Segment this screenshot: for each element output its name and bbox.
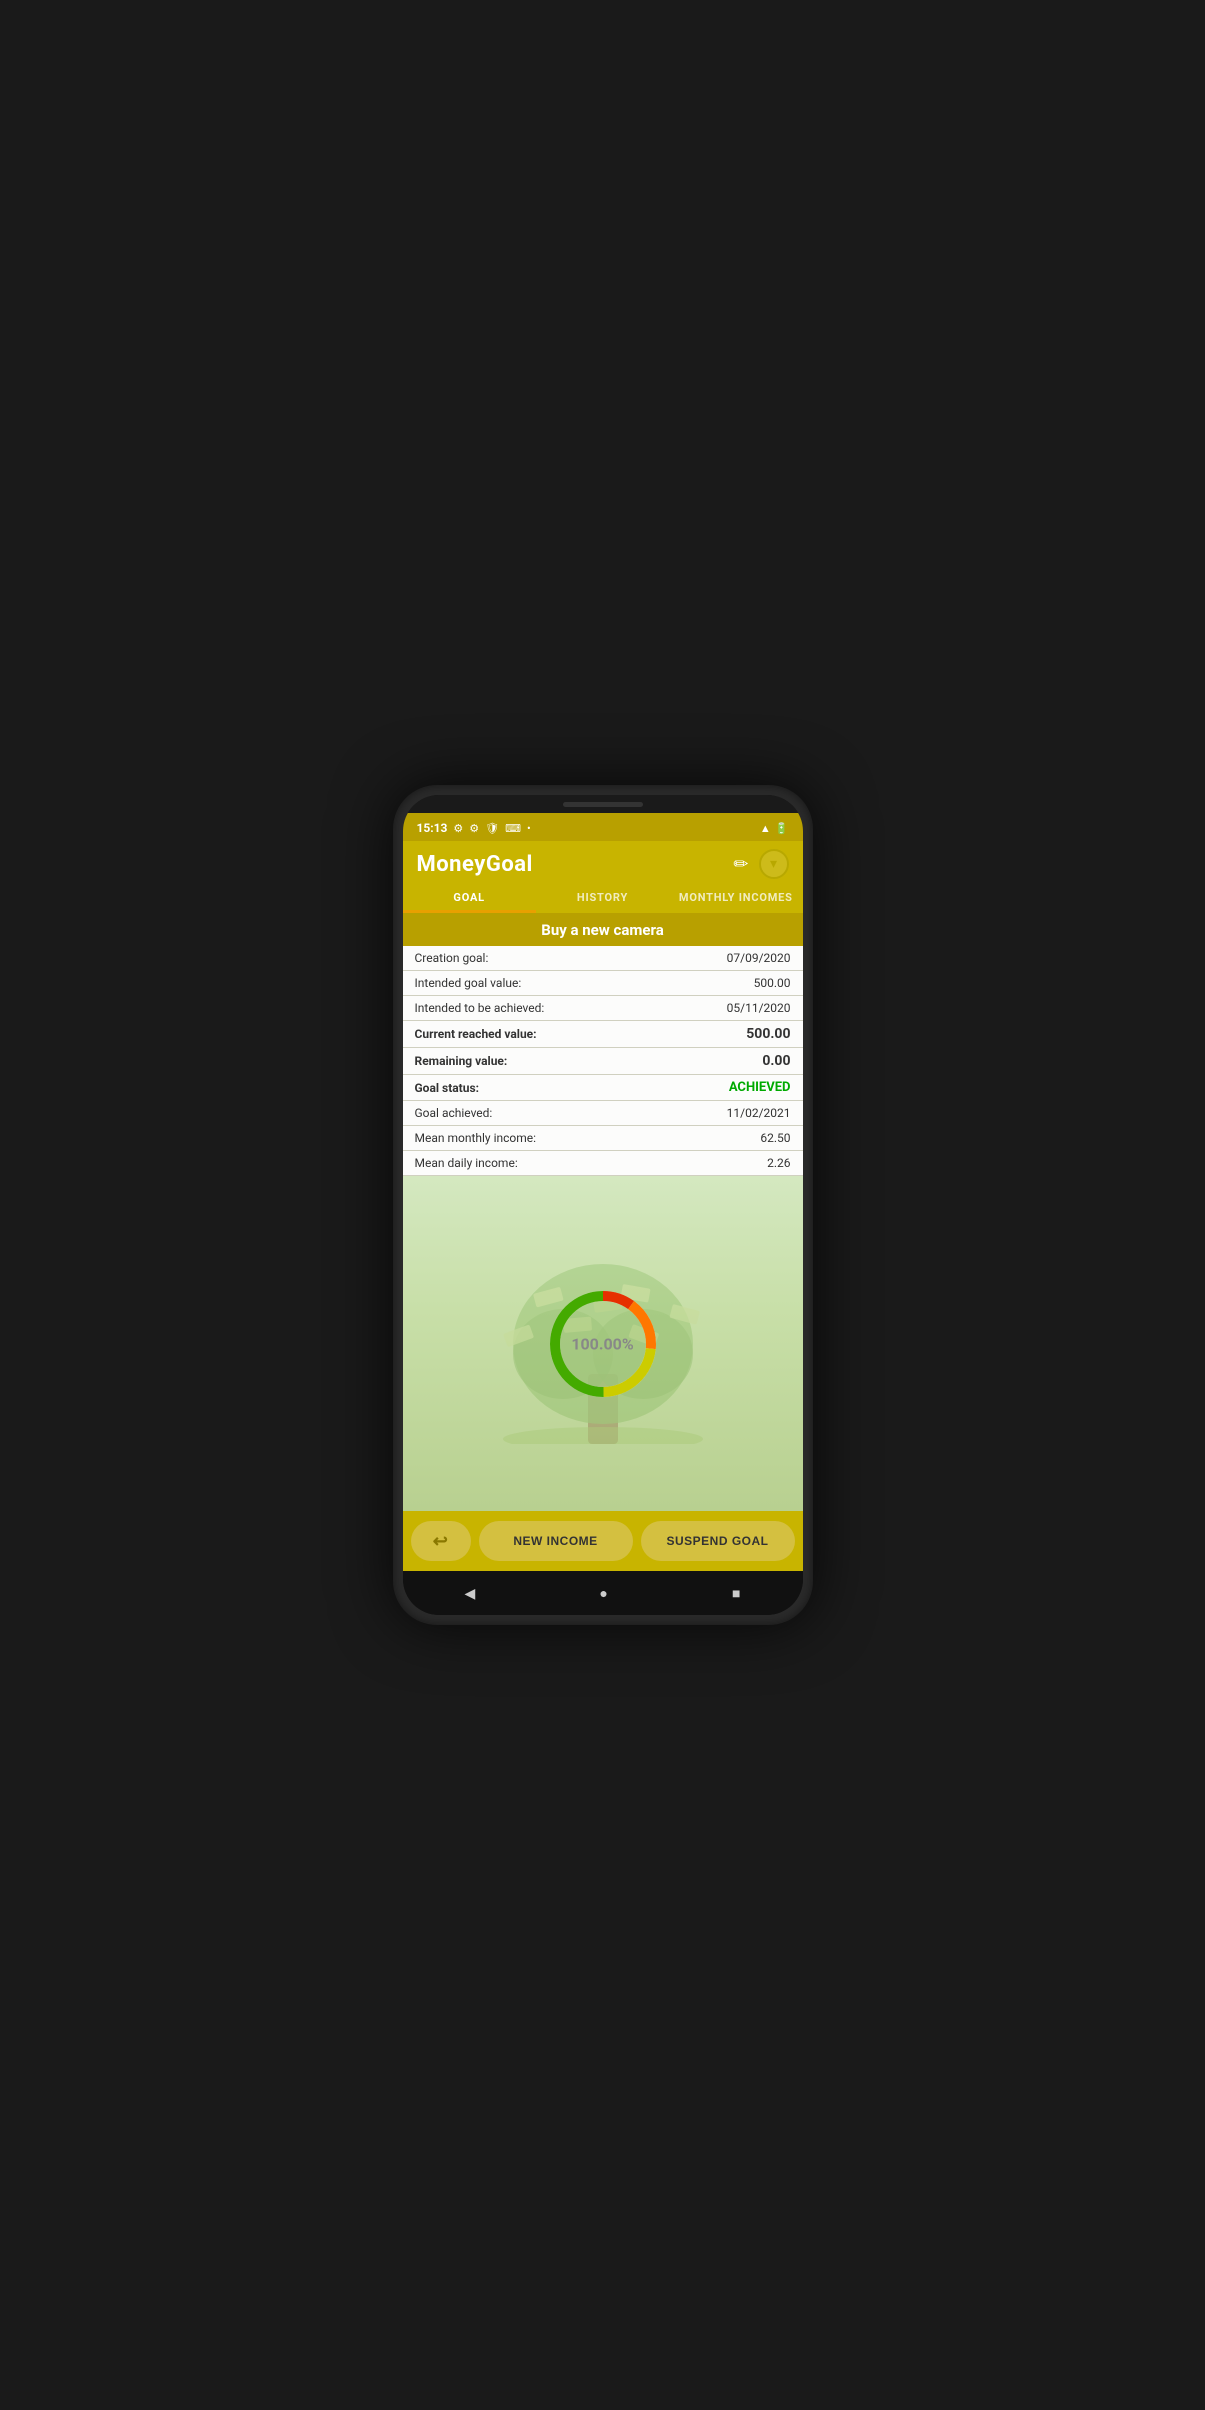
row-label-status: Goal status: [415, 1081, 480, 1095]
battery-icon: 🔋 [775, 822, 789, 835]
status-bar: 15:13 ⚙ ⚙ 🛡 ⌨ • ▲ 🔋 [403, 813, 803, 841]
table-row: Mean daily income: 2.26 [403, 1151, 803, 1176]
progress-ring-container: 100.00% [543, 1284, 663, 1404]
row-value-current: 500.00 [746, 1026, 790, 1042]
settings-icon-2: ⚙ [469, 822, 479, 835]
dropdown-button[interactable]: ▾ [759, 849, 789, 879]
android-nav-bar: ◀ ● ■ [403, 1571, 803, 1615]
row-label-current: Current reached value: [415, 1027, 537, 1041]
back-icon: ↩ [433, 1531, 449, 1552]
header-icons: ✏ ▾ [733, 849, 788, 879]
new-income-button[interactable]: NEW INCOME [479, 1521, 633, 1561]
table-row: Mean monthly income: 62.50 [403, 1126, 803, 1151]
edit-button[interactable]: ✏ [733, 854, 748, 875]
row-value-daily: 2.26 [767, 1156, 790, 1170]
status-time: 15:13 [417, 821, 448, 835]
row-label-intended-value: Intended goal value: [415, 976, 522, 990]
tab-goal[interactable]: GOAL [403, 883, 536, 913]
row-value-intended-value: 500.00 [754, 976, 791, 990]
shield-icon: 🛡 [485, 822, 499, 835]
row-label-goal-achieved: Goal achieved: [415, 1106, 493, 1120]
table-row: Remaining value: 0.00 [403, 1048, 803, 1075]
goal-title: Buy a new camera [541, 921, 663, 939]
app-title: MoneyGoal [417, 852, 533, 877]
nav-back-button[interactable]: ◀ [449, 1581, 492, 1606]
back-button[interactable]: ↩ [411, 1521, 471, 1561]
table-row: Goal status: ACHIEVED [403, 1075, 803, 1101]
row-label-remaining: Remaining value: [415, 1054, 508, 1068]
row-value-creation: 07/09/2020 [727, 951, 791, 965]
speaker [563, 802, 643, 807]
table-row: Intended to be achieved: 05/11/2020 [403, 996, 803, 1021]
table-row: Intended goal value: 500.00 [403, 971, 803, 996]
status-left: 15:13 ⚙ ⚙ 🛡 ⌨ • [417, 821, 531, 835]
tab-monthly-incomes[interactable]: MONTHLY INCOMES [669, 883, 802, 913]
row-label-intended-date: Intended to be achieved: [415, 1001, 545, 1015]
phone-device: 15:13 ⚙ ⚙ 🛡 ⌨ • ▲ 🔋 MoneyGoal ✏ ▾ [393, 785, 813, 1625]
progress-percent-text: 100.00% [571, 1334, 633, 1353]
row-label-monthly: Mean monthly income: [415, 1131, 537, 1145]
goal-header: Buy a new camera [403, 913, 803, 946]
phone-screen: 15:13 ⚙ ⚙ 🛡 ⌨ • ▲ 🔋 MoneyGoal ✏ ▾ [403, 795, 803, 1615]
app-header: MoneyGoal ✏ ▾ [403, 841, 803, 883]
table-row: Creation goal: 07/09/2020 [403, 946, 803, 971]
table-row: Goal achieved: 11/02/2021 [403, 1101, 803, 1126]
row-value-goal-achieved: 11/02/2021 [727, 1106, 791, 1120]
chevron-down-icon: ▾ [770, 856, 777, 872]
info-table: Creation goal: 07/09/2020 Intended goal … [403, 946, 803, 1176]
notch-bar [403, 795, 803, 813]
main-content: Buy a new camera Creation goal: 07/09/20… [403, 913, 803, 1511]
tree-area: 100.00% [403, 1176, 803, 1511]
row-label-creation: Creation goal: [415, 951, 489, 965]
table-row: Current reached value: 500.00 [403, 1021, 803, 1048]
suspend-goal-button[interactable]: SUSPEND GOAL [641, 1521, 795, 1561]
row-value-status: ACHIEVED [729, 1080, 791, 1095]
nav-home-button[interactable]: ● [583, 1581, 623, 1605]
header-row: MoneyGoal ✏ ▾ [417, 849, 789, 879]
row-value-remaining: 0.00 [762, 1053, 790, 1069]
row-value-monthly: 62.50 [760, 1131, 790, 1145]
tabs-bar: GOAL HISTORY MONTHLY INCOMES [403, 883, 803, 913]
keyboard-icon: ⌨ [505, 822, 521, 835]
status-right: ▲ 🔋 [760, 822, 789, 835]
bottom-bar: ↩ NEW INCOME SUSPEND GOAL [403, 1511, 803, 1571]
nav-recents-button[interactable]: ■ [716, 1581, 756, 1605]
row-value-intended-date: 05/11/2020 [727, 1001, 791, 1015]
dot-icon: • [527, 822, 531, 835]
row-label-daily: Mean daily income: [415, 1156, 518, 1170]
tab-history[interactable]: HISTORY [536, 883, 669, 913]
signal-icon: ▲ [760, 822, 771, 835]
settings-icon-1: ⚙ [453, 822, 463, 835]
